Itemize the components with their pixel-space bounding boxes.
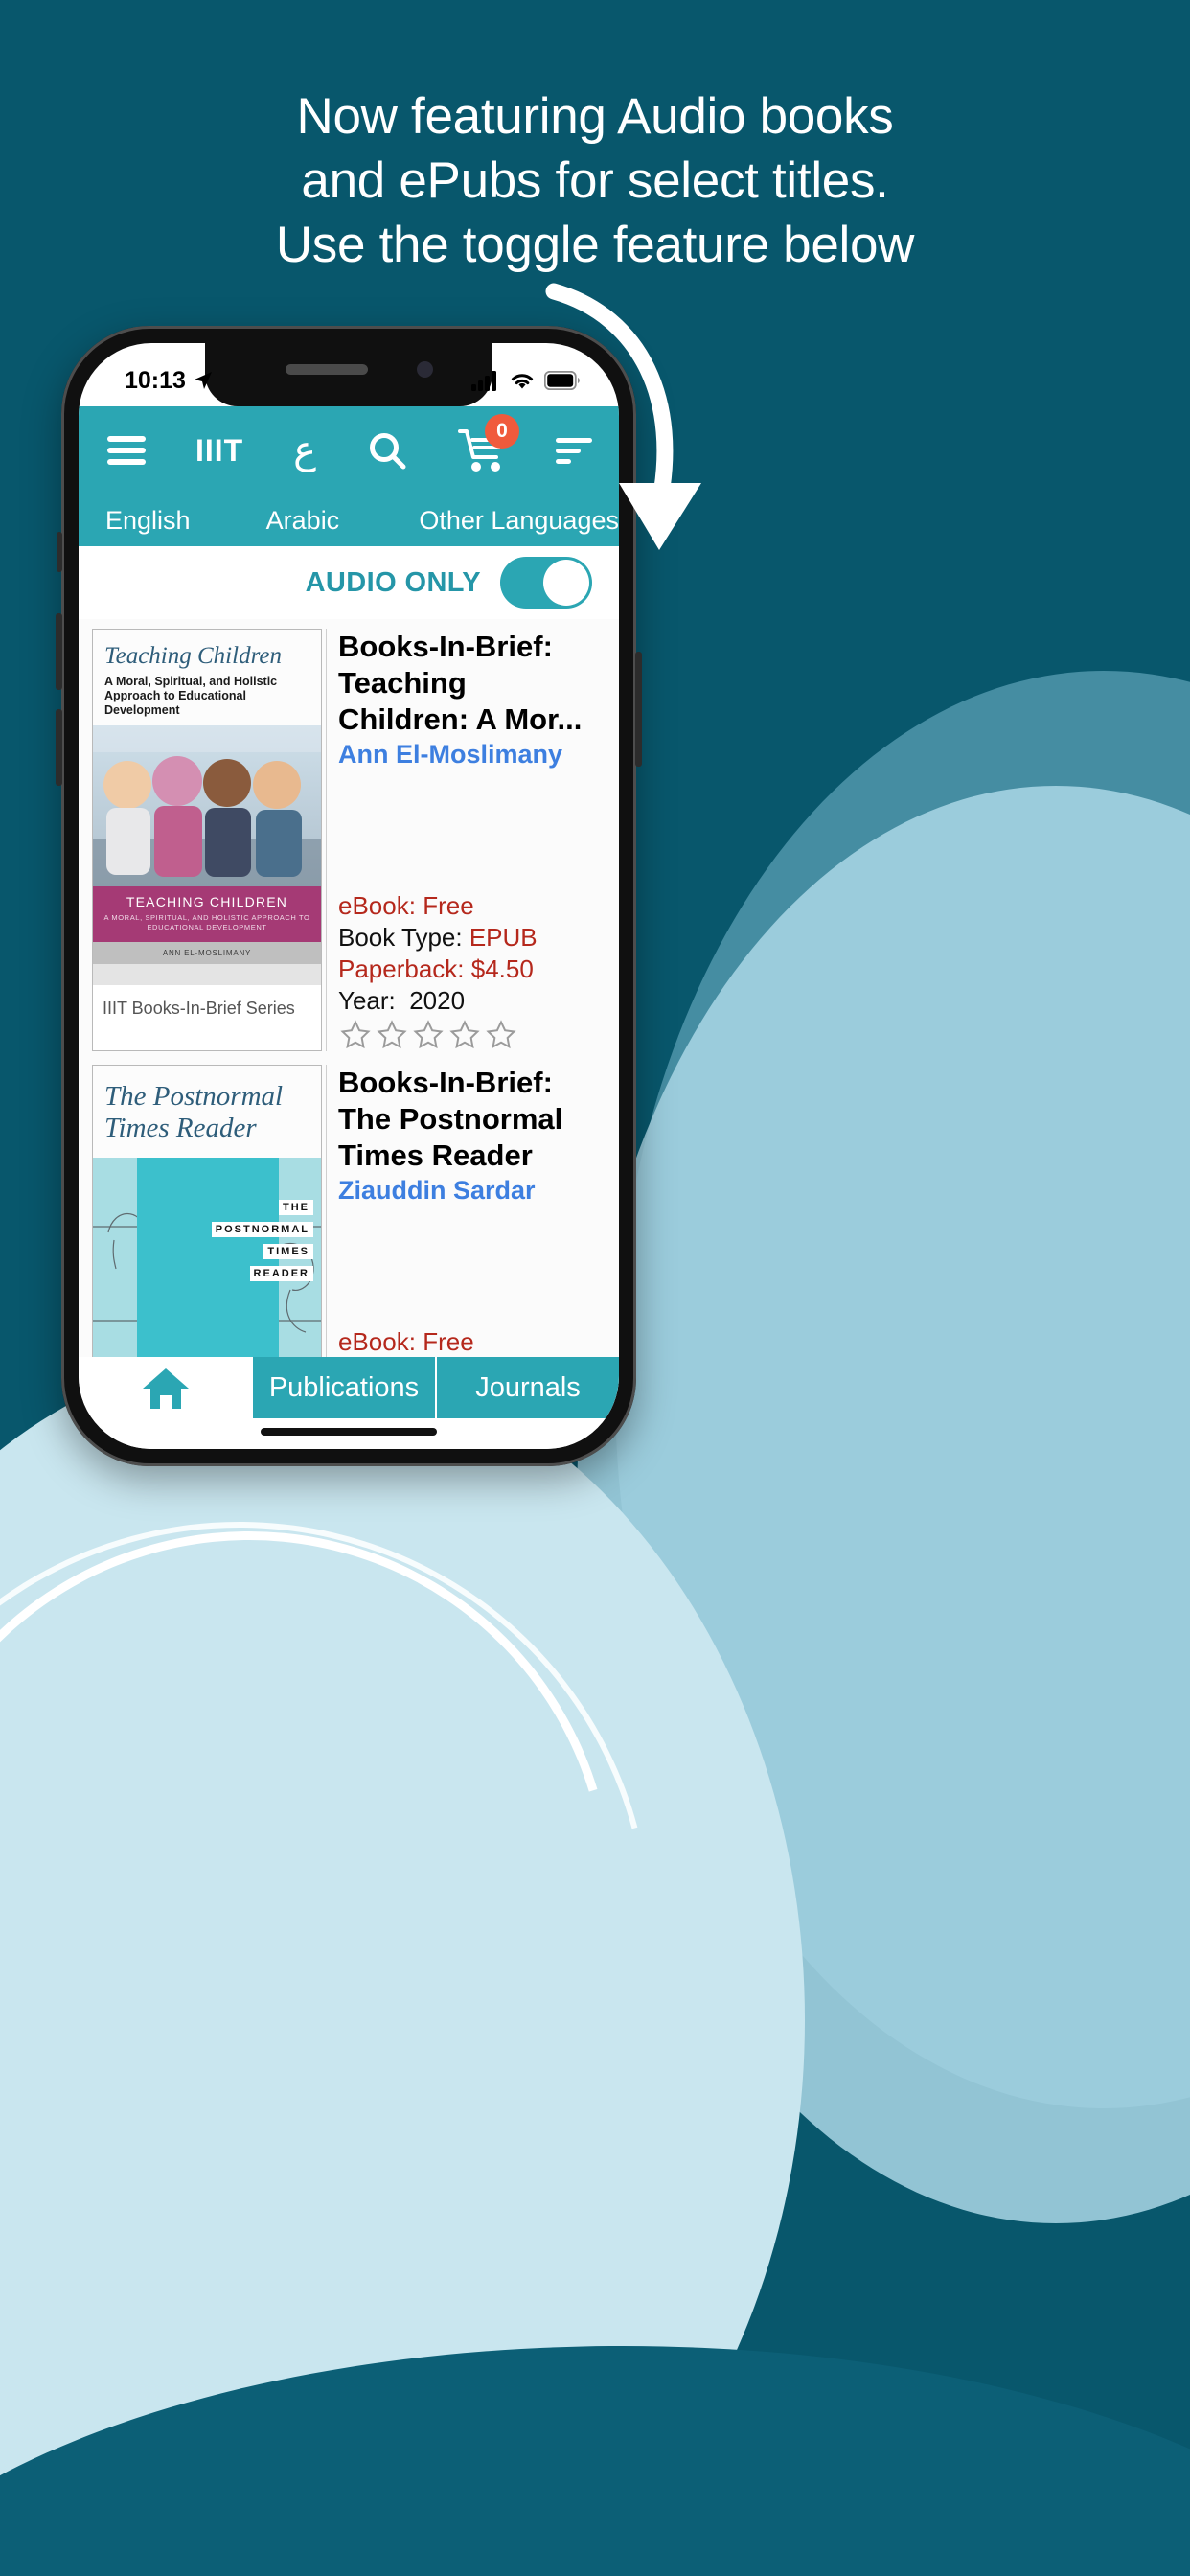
book-series-label: IIIT Books-In-Brief Series [103,999,295,1018]
status-bar-time: 10:13 [125,366,186,394]
book-year-label: Year: [338,986,396,1015]
status-bar-left: 10:13 [125,367,215,395]
background-bottom-band [0,2484,1190,2576]
shopping-cart-icon[interactable]: 0 [457,414,519,473]
cover-bottom-strip [93,964,321,985]
curved-down-arrow-icon [545,283,701,550]
promo-headline-line-2: and ePubs for select titles. [301,152,889,209]
cover-word-stack: THE POSTNORMAL TIMES READER [211,1198,313,1286]
book-paperback-value: $4.50 [470,954,534,983]
cover-word: THE [279,1200,313,1215]
book-type-label: Book Type: [338,923,463,952]
cover-band-title: TEACHING CHILDREN [126,894,288,909]
book-ebook-label: eBook: [338,1327,416,1356]
book-type-value: EPUB [469,923,538,952]
book-author[interactable]: Ann El-Moslimany [338,740,602,770]
book-list-item[interactable]: Teaching Children A Moral, Spiritual, an… [79,629,619,1051]
home-indicator [261,1428,437,1436]
cover-author-strip: ANN EL-MOSLIMANY [93,942,321,964]
book-title[interactable]: Books-In-Brief: Teaching Children: A Mor… [338,629,602,738]
book-ebook-price: eBook: Free [338,890,602,922]
book-meta: eBook: Free Book Type: EPUB Paperback: $… [338,1326,602,1357]
phone-silent-switch [57,532,62,572]
book-cover[interactable]: The Postnormal Times Reader THE POSTNORM… [92,1065,322,1357]
cover-artwork: THE POSTNORMAL TIMES READER EDITED BY ZI… [93,1158,321,1357]
hamburger-menu-icon[interactable] [107,430,146,471]
book-list-content[interactable]: AUDIO ONLY Teaching Children A Moral, Sp… [79,546,619,1357]
search-icon[interactable] [366,429,408,472]
arabic-language-icon[interactable]: ع [293,431,316,470]
nav-journals-button[interactable]: Journals [435,1357,619,1418]
cover-photo [93,725,321,886]
cover-title: Teaching Children [104,643,282,669]
cover-title-line-2: Times Reader [104,1113,257,1143]
cover-word: READER [249,1266,313,1281]
cover-subtitle: A Moral, Spiritual, and Holistic Approac… [104,675,278,717]
star-icon[interactable] [447,1019,482,1051]
brand-logo[interactable]: IIIT [195,433,243,469]
book-type: Book Type: EPUB [338,922,602,954]
book-ebook-label: eBook: [338,891,416,920]
book-year: Year: 2020 [338,985,602,1017]
star-icon[interactable] [411,1019,446,1051]
book-info: Books-In-Brief: Teaching Children: A Mor… [326,629,602,1051]
cover-text-block: The Postnormal Times Reader [93,1066,321,1158]
star-icon[interactable] [484,1019,518,1051]
cover-word: POSTNORMAL [211,1222,313,1237]
star-icon[interactable] [375,1019,409,1051]
book-rating-stars[interactable] [338,1019,602,1051]
promo-headline: Now featuring Audio books and ePubs for … [0,84,1190,277]
cover-band-subtitle: A MORAL, SPIRITUAL, AND HOLISTIC APPROAC… [103,913,310,932]
promo-headline-line-1: Now featuring Audio books [296,88,894,145]
book-ebook-value: Free [423,1327,474,1356]
book-ebook-price: eBook: Free [338,1326,602,1357]
book-paperback-price: Paperback: $4.50 [338,954,602,985]
book-meta: eBook: Free Book Type: EPUB Paperback: $… [338,890,602,1051]
home-button[interactable] [79,1357,253,1413]
promo-headline-line-3: Use the toggle feature below [275,217,915,273]
phone-volume-down-button [56,709,62,786]
nav-publications-button[interactable]: Publications [253,1357,435,1418]
cover-band: TEACHING CHILDREN A MORAL, SPIRITUAL, AN… [93,886,321,942]
book-ebook-value: Free [423,891,474,920]
home-icon[interactable] [139,1365,193,1413]
book-title[interactable]: Books-In-Brief: The Postnormal Times Rea… [338,1065,602,1174]
book-list-item[interactable]: The Postnormal Times Reader THE POSTNORM… [79,1065,619,1357]
language-tab-english[interactable]: English [105,506,266,536]
book-info: Books-In-Brief: The Postnormal Times Rea… [326,1065,602,1357]
cart-count-badge: 0 [484,414,519,448]
audio-only-label: AUDIO ONLY [305,566,481,598]
language-tab-arabic[interactable]: Arabic [266,506,420,536]
star-icon[interactable] [338,1019,373,1051]
book-paperback-label: Paperback: [338,954,465,983]
book-cover[interactable]: Teaching Children A Moral, Spiritual, an… [92,629,322,1051]
book-author[interactable]: Ziauddin Sardar [338,1176,602,1206]
cellular-signal-icon [471,371,496,391]
wifi-icon [511,373,534,388]
cover-title-line-1: The Postnormal [104,1081,284,1112]
phone-power-button [635,652,642,767]
phone-volume-up-button [56,613,62,690]
location-arrow-icon [194,372,212,389]
book-year-value: 2020 [409,986,466,1015]
cover-word: TIMES [263,1244,313,1259]
cover-text-block: Teaching Children A Moral, Spiritual, an… [93,630,321,725]
